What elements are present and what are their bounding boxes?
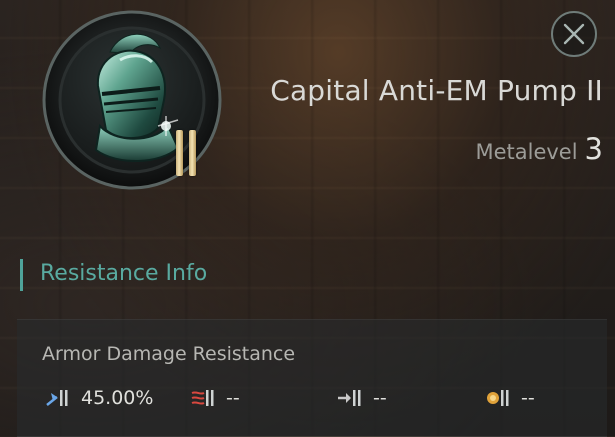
- resistance-em: 45.00%: [45, 387, 153, 409]
- resistance-kinetic: --: [337, 387, 387, 409]
- explosive-damage-icon: [487, 390, 509, 406]
- helmet-module-icon: [42, 10, 222, 190]
- kinetic-damage-icon: [338, 390, 361, 406]
- resistance-kinetic-value: --: [373, 387, 387, 409]
- resistance-thermal-value: --: [226, 387, 240, 409]
- metalevel-label: Metalevel: [475, 140, 578, 164]
- resistance-row: 45.00% -- -- --: [45, 387, 605, 415]
- thermal-damage-icon: [191, 390, 214, 406]
- section-title: Resistance Info: [40, 261, 208, 286]
- resistance-em-value: 45.00%: [81, 387, 154, 409]
- tier-bar: [189, 130, 196, 176]
- metalevel-value: 3: [584, 132, 603, 166]
- metalevel: Metalevel 3: [475, 132, 603, 166]
- em-damage-icon: [46, 390, 68, 406]
- resistance-explosive: --: [485, 387, 535, 409]
- item-name: Capital Anti-EM Pump II: [270, 74, 603, 107]
- resistance-explosive-value: --: [521, 387, 535, 409]
- tier-badge: [176, 130, 196, 176]
- resistance-thermal: --: [190, 387, 240, 409]
- close-button[interactable]: [551, 11, 597, 57]
- section-accent-bar: [20, 259, 23, 291]
- item-icon: [40, 8, 225, 193]
- armor-resistance-label: Armor Damage Resistance: [42, 343, 296, 365]
- tier-bar: [176, 130, 183, 176]
- armor-resistance-panel: Armor Damage Resistance 45.00% -- -- --: [17, 319, 607, 437]
- close-icon: [563, 23, 585, 45]
